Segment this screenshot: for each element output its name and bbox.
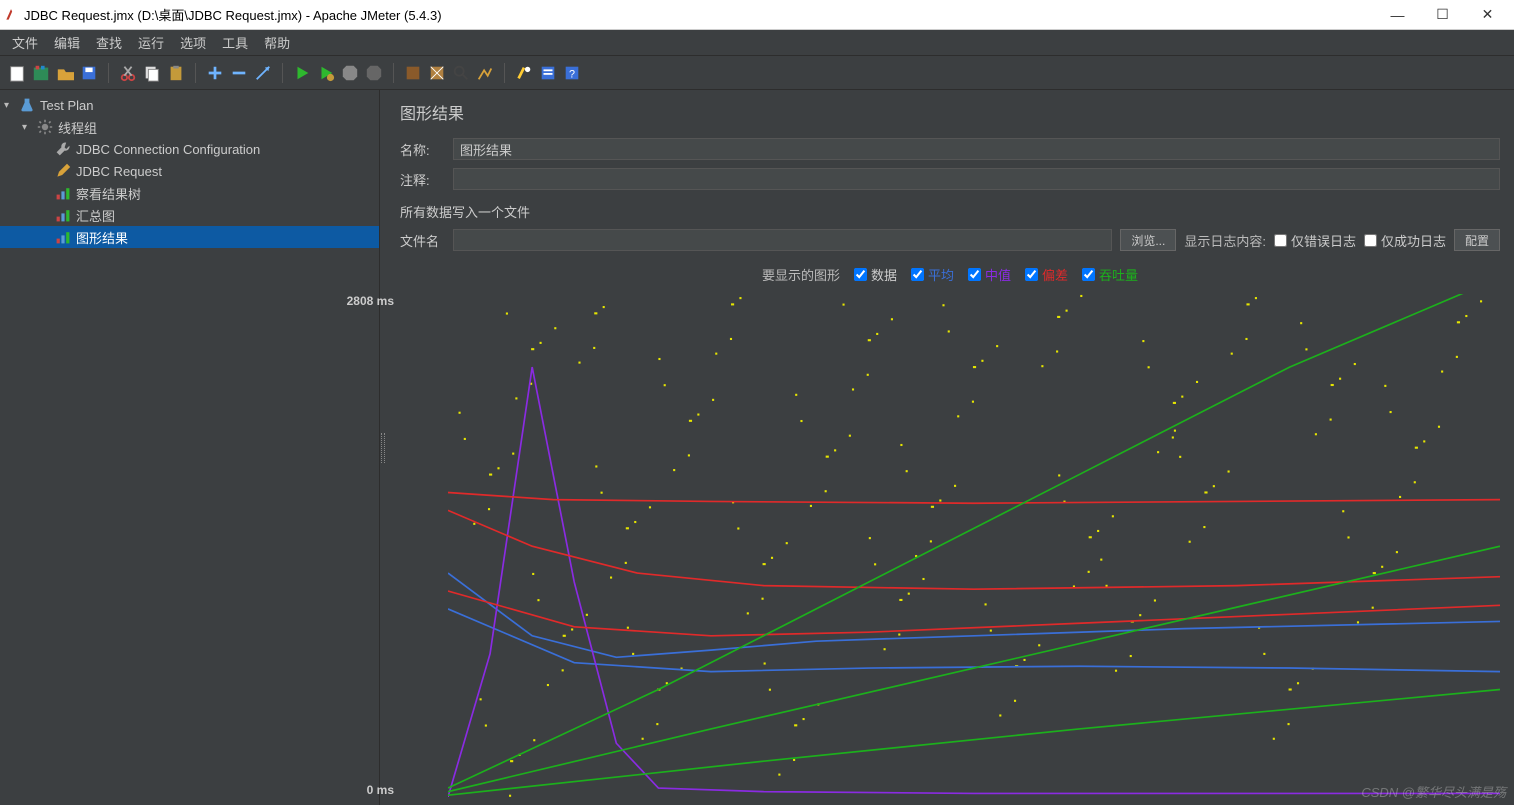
cut-icon[interactable]	[117, 62, 139, 84]
help-icon[interactable]: ?	[561, 62, 583, 84]
success-only-checkbox[interactable]: 仅成功日志	[1364, 231, 1446, 250]
expand-icon[interactable]	[252, 62, 274, 84]
tree-node-6[interactable]: 图形结果	[0, 226, 379, 248]
chart-icon	[54, 207, 72, 223]
flask-icon	[18, 97, 36, 113]
menu-4[interactable]: 选项	[172, 31, 214, 54]
chart-area: 2808 ms 0 ms	[400, 294, 1500, 797]
tree-node-0[interactable]: ▾Test Plan	[0, 94, 379, 116]
paste-icon[interactable]	[165, 62, 187, 84]
new-icon[interactable]	[6, 62, 28, 84]
y-max-label: 2808 ms	[347, 294, 394, 308]
wrench-icon	[54, 141, 72, 157]
config-button[interactable]: 配置	[1454, 229, 1500, 251]
menu-1[interactable]: 编辑	[46, 31, 88, 54]
legend-item-4[interactable]: 吞吐量	[1082, 265, 1138, 284]
legend-caption: 要显示的图形	[762, 265, 840, 284]
chart-icon	[54, 229, 72, 245]
tree-label: 察看结果树	[76, 184, 141, 203]
remove-icon[interactable]	[228, 62, 250, 84]
comment-label: 注释:	[400, 170, 445, 189]
save-icon[interactable]	[78, 62, 100, 84]
tree-node-3[interactable]: JDBC Request	[0, 160, 379, 182]
tree-node-1[interactable]: ▾线程组	[0, 116, 379, 138]
tree-node-2[interactable]: JDBC Connection Configuration	[0, 138, 379, 160]
window-title: JDBC Request.jmx (D:\桌面\JDBC Request.jmx…	[24, 5, 442, 24]
panel-title: 图形结果	[386, 90, 1514, 134]
clear-icon[interactable]	[402, 62, 424, 84]
tree-node-4[interactable]: 察看结果树	[0, 182, 379, 204]
clear-search-icon[interactable]	[513, 62, 535, 84]
clear-all-icon[interactable]	[426, 62, 448, 84]
start-no-icon[interactable]	[315, 62, 337, 84]
tree-label: 图形结果	[76, 228, 128, 247]
func-icon[interactable]	[474, 62, 496, 84]
chart-legend: 要显示的图形 数据 平均 中值 偏差 吞吐量	[386, 259, 1514, 290]
menu-2[interactable]: 查找	[88, 31, 130, 54]
open-icon[interactable]	[54, 62, 76, 84]
add-icon[interactable]	[204, 62, 226, 84]
tree-label: Test Plan	[40, 98, 93, 113]
chart-icon	[54, 185, 72, 201]
menu-3[interactable]: 运行	[130, 31, 172, 54]
gear-icon	[36, 119, 54, 135]
comment-input[interactable]	[453, 168, 1500, 190]
menu-5[interactable]: 工具	[214, 31, 256, 54]
close-button[interactable]: ✕	[1465, 1, 1510, 29]
filename-label: 文件名	[400, 231, 445, 250]
showlog-label: 显示日志内容:	[1184, 231, 1266, 250]
settings-icon[interactable]	[537, 62, 559, 84]
y-min-label: 0 ms	[367, 783, 394, 797]
tree-label: JDBC Request	[76, 164, 162, 179]
tree-panel: ▾Test Plan▾线程组 JDBC Connection Configurat…	[0, 90, 380, 805]
window-titlebar: JDBC Request.jmx (D:\桌面\JDBC Request.jmx…	[0, 0, 1514, 30]
content-panel: 图形结果 名称: 注释: 所有数据写入一个文件 文件名 浏览... 显示日志内容…	[386, 90, 1514, 805]
legend-item-1[interactable]: 平均	[911, 265, 954, 284]
watermark: CSDN @繁华尽头满是殇	[1361, 782, 1506, 801]
legend-item-3[interactable]: 偏差	[1025, 265, 1068, 284]
name-input[interactable]	[453, 138, 1500, 160]
legend-item-2[interactable]: 中值	[968, 265, 1011, 284]
minimize-button[interactable]: —	[1375, 1, 1420, 29]
pencil-icon	[54, 163, 72, 179]
start-icon[interactable]	[291, 62, 313, 84]
maximize-button[interactable]: ☐	[1420, 1, 1465, 29]
tree-label: JDBC Connection Configuration	[76, 142, 260, 157]
menu-6[interactable]: 帮助	[256, 31, 298, 54]
stop-icon[interactable]	[339, 62, 361, 84]
shutdown-icon[interactable]	[363, 62, 385, 84]
tree-label: 汇总图	[76, 206, 115, 225]
svg-text:?: ?	[569, 68, 575, 80]
tree-node-5[interactable]: 汇总图	[0, 204, 379, 226]
jmeter-icon	[4, 8, 18, 22]
name-label: 名称:	[400, 140, 445, 159]
menu-0[interactable]: 文件	[4, 31, 46, 54]
filename-input[interactable]	[453, 229, 1112, 251]
toolbar: ?	[0, 56, 1514, 90]
tree-label: 线程组	[58, 118, 97, 137]
file-section-label: 所有数据写入一个文件	[386, 194, 1514, 225]
legend-item-0[interactable]: 数据	[854, 265, 897, 284]
error-only-checkbox[interactable]: 仅错误日志	[1274, 231, 1356, 250]
browse-button[interactable]: 浏览...	[1120, 229, 1176, 251]
copy-icon[interactable]	[141, 62, 163, 84]
menubar: 文件编辑查找运行选项工具帮助	[0, 30, 1514, 56]
templates-icon[interactable]	[30, 62, 52, 84]
search-icon[interactable]	[450, 62, 472, 84]
